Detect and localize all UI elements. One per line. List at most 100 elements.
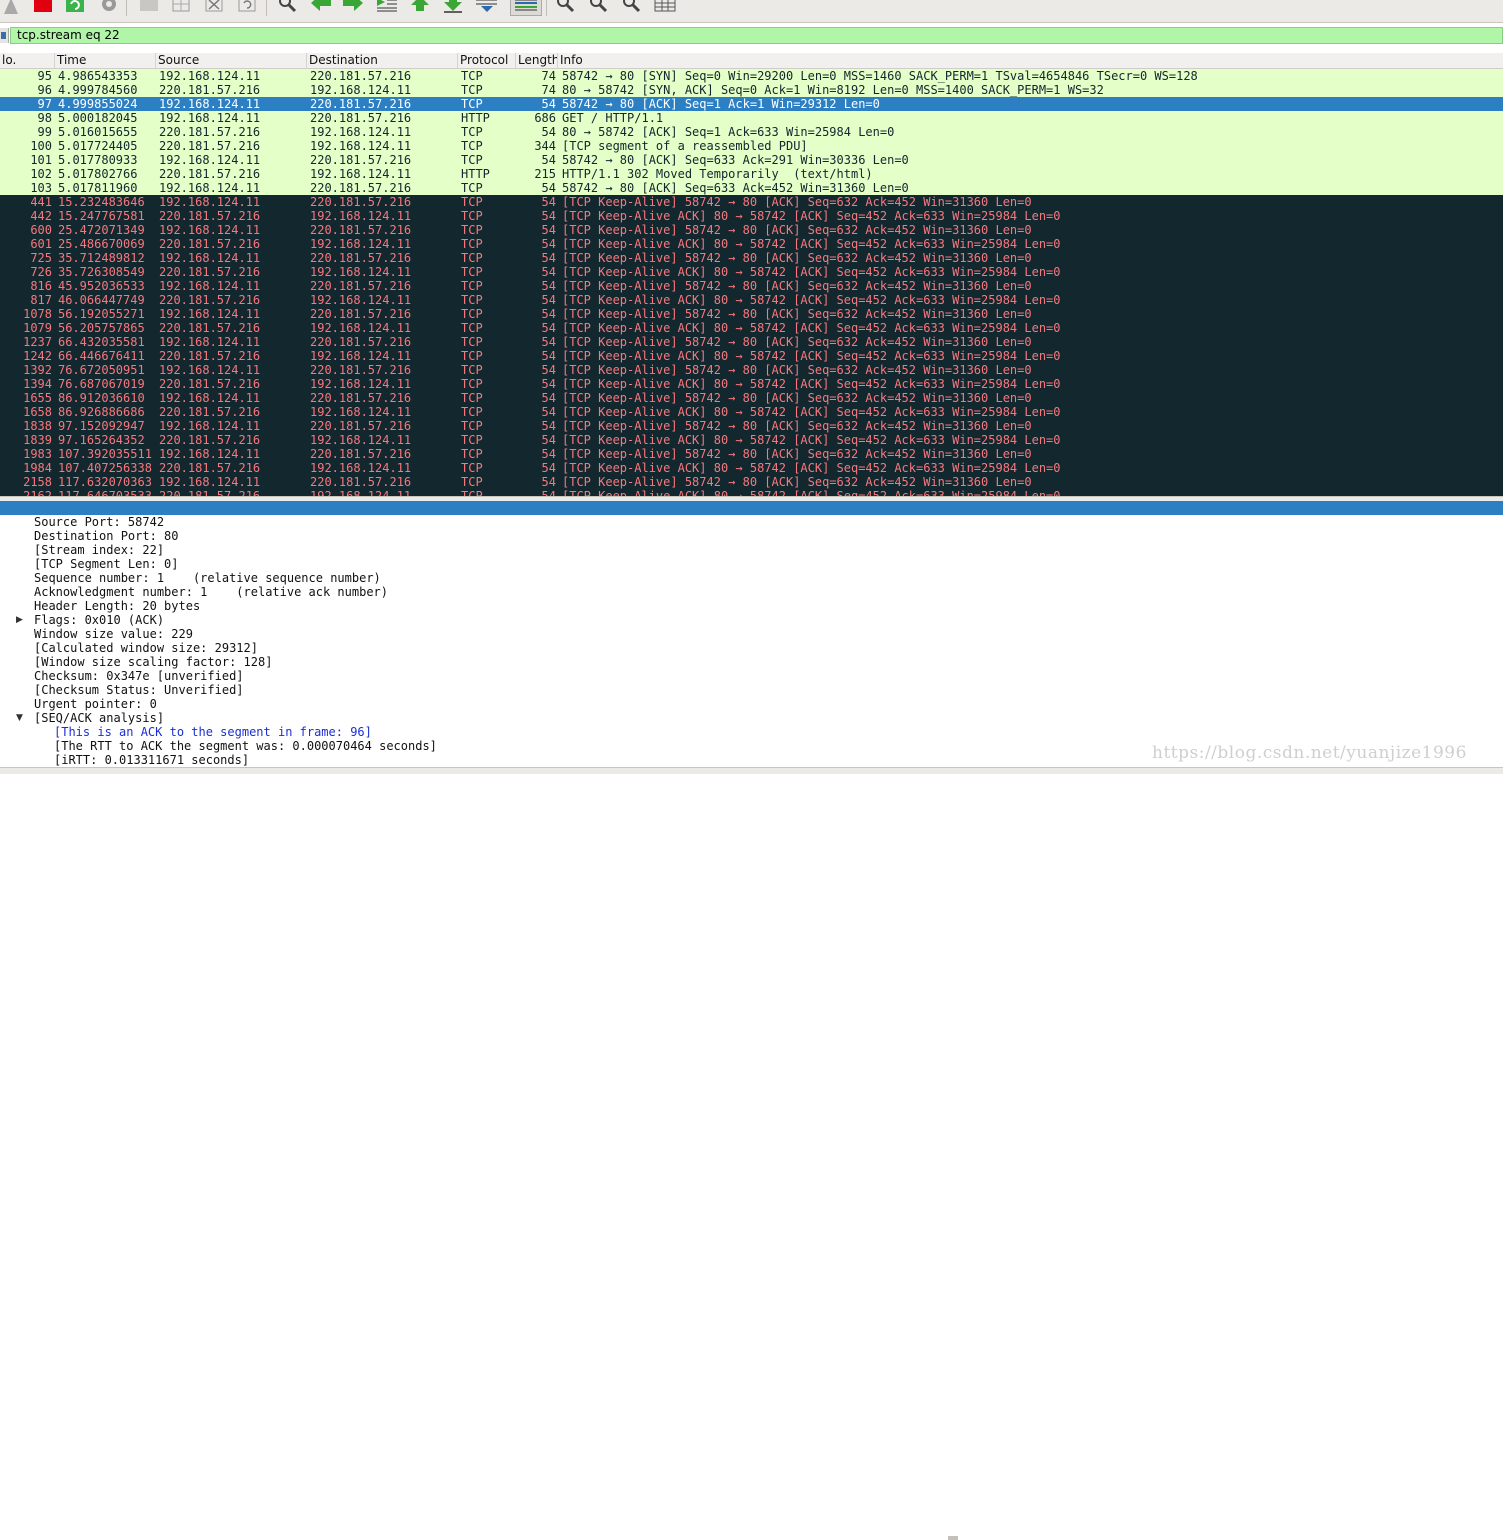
go-first-icon[interactable] [409,0,431,16]
packet-time: 97.152092947 [58,419,145,433]
packet-row[interactable]: 1394 76.687067019 220.181.57.216 192.168.12… [0,377,1503,391]
auto-scroll-icon[interactable] [475,0,497,16]
go-back-icon[interactable] [310,0,332,16]
packet-row[interactable]: 96 4.999784560 220.181.57.216 192.168.124.1… [0,83,1503,97]
packet-destination: 220.181.57.216 [310,153,412,167]
packet-list[interactable]: 95 4.986543353 192.168.124.11 220.181.57.21… [0,69,1503,496]
expanded-triangle-icon[interactable]: ◢ [2,515,12,527]
packet-row[interactable]: 97 4.999855024 192.168.124.11 220.181.57.21… [0,97,1503,111]
details-line[interactable]: Acknowledgment number: 1 (relative ack n… [34,585,388,599]
packet-row[interactable]: 99 5.016015655 220.181.57.216 192.168.124.1… [0,125,1503,139]
packet-row[interactable]: 442 15.247767581 220.181.57.216 192.168.124… [0,209,1503,223]
packet-row[interactable]: 1838 97.152092947 192.168.124.11 220.181.57… [0,419,1503,433]
packet-row[interactable]: 1078 56.192055271 192.168.124.11 220.181.57… [0,307,1503,321]
packet-row[interactable]: 1658 86.926886686 220.181.57.216 192.168.12… [0,405,1503,419]
packet-time: 25.472071349 [58,223,145,237]
find-packet-icon[interactable] [277,0,299,16]
details-line[interactable]: [SEQ/ACK analysis] [34,711,164,725]
packet-protocol: TCP [461,83,483,97]
packet-row[interactable]: 100 5.017724405 220.181.57.216 192.168.124.… [0,139,1503,153]
packet-row[interactable]: 103 5.017811960 192.168.124.11 220.181.57.2… [0,181,1503,195]
restart-capture-icon[interactable] [64,0,86,16]
shark-fin-icon[interactable] [0,0,22,16]
packet-row[interactable]: 1242 66.446676411 220.181.57.216 192.168.12… [0,349,1503,363]
column-header-source[interactable]: Source [156,53,307,68]
packet-row[interactable]: 817 46.066447749 220.181.57.216 192.168.124… [0,293,1503,307]
column-header-length[interactable]: Length [516,53,558,68]
zoom-out-icon[interactable] [588,0,610,16]
resize-columns-icon[interactable] [654,0,676,16]
column-header-destination[interactable]: Destination [307,53,458,68]
packet-row[interactable]: 1984 107.407256338 220.181.57.216 192.168.1… [0,461,1503,475]
details-line[interactable]: Source Port: 58742 [34,515,164,529]
packet-time: 5.017780933 [58,153,138,167]
packet-row[interactable]: 1655 86.912036610 192.168.124.11 220.181.57… [0,391,1503,405]
details-line[interactable]: [Stream index: 22] [34,543,164,557]
details-line[interactable]: Checksum: 0x347e [unverified] [34,669,244,683]
go-forward-icon[interactable] [342,0,364,16]
details-line[interactable]: Urgent pointer: 0 [34,697,157,711]
packet-source: 192.168.124.11 [159,307,261,321]
close-file-icon[interactable] [204,0,226,16]
open-file-icon[interactable] [138,0,160,16]
bookmark-icon[interactable] [0,28,9,43]
packet-row[interactable]: 95 4.986543353 192.168.124.11 220.181.57.21… [0,69,1503,83]
packet-row[interactable]: 2162 117.646703533 220.181.57.216 192.168.1… [0,489,1503,496]
packet-row[interactable]: 816 45.952036533 192.168.124.11 220.181.57.… [0,279,1503,293]
packet-row[interactable]: 441 15.232483646 192.168.124.11 220.181.57.… [0,195,1503,209]
column-header-time[interactable]: Time [55,53,156,68]
display-filter-input[interactable]: tcp.stream eq 22 [10,27,1503,44]
details-line[interactable]: Sequence number: 1 (relative sequence nu… [34,571,381,585]
capture-options-icon[interactable] [98,0,120,16]
packet-no: 1838 [23,419,52,433]
packet-length: 54 [541,489,556,496]
packet-row[interactable]: 1839 97.165264352 220.181.57.216 192.168.12… [0,433,1503,447]
packet-protocol: TCP [461,195,483,209]
packet-row[interactable]: 601 25.486670069 220.181.57.216 192.168.124… [0,237,1503,251]
details-line[interactable]: Flags: 0x010 (ACK) [34,613,164,627]
packet-info: [TCP Keep-Alive ACK] 80 → 58742 [ACK] Se… [562,209,1061,223]
packet-row[interactable]: 726 35.726308549 220.181.57.216 192.168.124… [0,265,1503,279]
packet-time: 5.000182045 [58,111,138,125]
details-line[interactable]: [Window size scaling factor: 128] [34,655,272,669]
details-line[interactable]: Header Length: 20 bytes [34,599,200,613]
expanded-triangle-icon[interactable]: ▼ [16,711,26,723]
reload-file-icon[interactable] [237,0,259,16]
details-line[interactable]: Destination Port: 80 [34,529,179,543]
packet-row[interactable]: 1237 66.432035581 192.168.124.11 220.181.57… [0,335,1503,349]
packet-protocol: TCP [461,153,483,167]
column-header-no[interactable]: lo. [0,53,55,68]
packet-row[interactable]: 1079 56.205757865 220.181.57.216 192.168.12… [0,321,1503,335]
details-line[interactable]: Window size value: 229 [34,627,193,641]
collapsed-triangle-icon[interactable]: ▶ [16,613,26,625]
packet-row[interactable]: 1983 107.392035511 192.168.124.11 220.181.5… [0,447,1503,461]
details-line[interactable]: [Calculated window size: 29312] [34,641,258,655]
packet-row[interactable]: 2158 117.632070363 192.168.124.11 220.181.5… [0,475,1503,489]
packet-protocol: TCP [461,349,483,363]
packet-row[interactable]: 101 5.017780933 192.168.124.11 220.181.57.2… [0,153,1503,167]
packet-row[interactable]: 102 5.017802766 220.181.57.216 192.168.124.… [0,167,1503,181]
packet-row[interactable]: 600 25.472071349 192.168.124.11 220.181.57.… [0,223,1503,237]
packet-details-pane[interactable]: ◢ Transmission Control Protocol, Src Por… [0,501,1503,767]
details-line[interactable]: [iRTT: 0.013311671 seconds] [54,753,249,767]
details-tcp-header[interactable]: ◢ Transmission Control Protocol, Src Por… [0,501,1503,543]
zoom-in-icon[interactable] [555,0,577,16]
zoom-normal-icon[interactable] [621,0,643,16]
colorize-icon[interactable] [510,0,542,16]
go-last-icon[interactable] [442,0,464,16]
stop-capture-icon[interactable] [32,0,54,16]
packet-length: 54 [541,321,556,335]
splitter-handle[interactable] [948,1536,958,1540]
packet-row[interactable]: 1392 76.672050951 192.168.124.11 220.181.57… [0,363,1503,377]
details-line[interactable]: [The RTT to ACK the segment was: 0.00007… [54,739,437,753]
go-to-packet-icon[interactable] [375,0,397,16]
save-file-icon[interactable] [171,0,193,16]
column-header-info[interactable]: Info [558,53,1503,68]
details-line[interactable]: [TCP Segment Len: 0] [34,557,179,571]
column-header-protocol[interactable]: Protocol [458,53,516,68]
packet-info: GET / HTTP/1.1 [562,111,664,125]
details-line[interactable]: [This is an ACK to the segment in frame:… [54,725,372,739]
details-line[interactable]: [Checksum Status: Unverified] [34,683,244,697]
packet-row[interactable]: 98 5.000182045 192.168.124.11 220.181.57.21… [0,111,1503,125]
packet-row[interactable]: 725 35.712489812 192.168.124.11 220.181.57.… [0,251,1503,265]
